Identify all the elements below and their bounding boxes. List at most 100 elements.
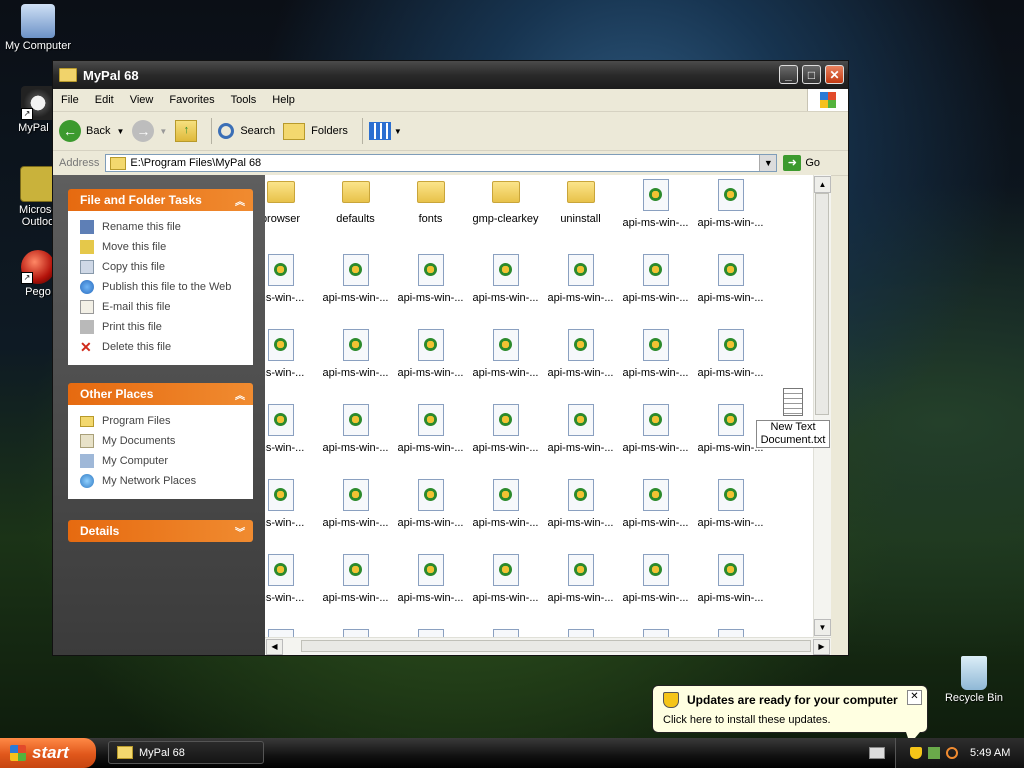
file-item[interactable]: api-ms-win-... xyxy=(318,400,393,475)
file-item[interactable]: api-ms-win-... xyxy=(318,250,393,325)
file-name: api-ms-win-... xyxy=(397,367,464,379)
task-move[interactable]: Move this file xyxy=(80,237,253,257)
file-item[interactable]: api-ms-win-... xyxy=(693,175,768,250)
file-item[interactable]: api-ms-win-... xyxy=(543,550,618,625)
folder-item[interactable]: uninstall xyxy=(543,175,618,250)
search-icon[interactable] xyxy=(946,747,958,759)
file-item[interactable]: api-ms-win-... xyxy=(543,250,618,325)
folder-item[interactable]: gmp-clearkey xyxy=(468,175,543,250)
keyboard-icon[interactable] xyxy=(869,747,885,759)
file-item[interactable]: api-ms-win-... xyxy=(393,550,468,625)
forward-dropdown-icon[interactable]: ▼ xyxy=(159,127,167,136)
task-print[interactable]: Print this file xyxy=(80,317,253,337)
maximize-button[interactable]: □ xyxy=(802,65,821,84)
file-item[interactable]: api-ms-win-... xyxy=(693,550,768,625)
file-item[interactable]: api-ms-win-... xyxy=(468,400,543,475)
clock[interactable]: 5:49 AM xyxy=(970,747,1010,759)
task-rename[interactable]: Rename this file xyxy=(80,217,253,237)
file-item[interactable]: api-ms-win-... xyxy=(543,400,618,475)
file-item[interactable]: api-ms-win-... xyxy=(693,250,768,325)
file-item[interactable]: ms-win-... xyxy=(265,400,318,475)
file-item[interactable]: api-ms-win-... xyxy=(393,400,468,475)
place-my-computer[interactable]: My Computer xyxy=(80,451,253,471)
title-bar[interactable]: MyPal 68 _ □ ✕ xyxy=(53,61,848,89)
expand-icon[interactable]: ︾ xyxy=(235,524,245,539)
file-item[interactable]: api-ms-win-... xyxy=(618,400,693,475)
scroll-left-icon[interactable]: ◀ xyxy=(266,639,283,655)
file-folder-tasks-header[interactable]: File and Folder Tasks ︽ xyxy=(68,189,253,211)
file-item[interactable]: api-ms-win-... xyxy=(618,250,693,325)
file-item[interactable]: api-ms-win-... xyxy=(468,250,543,325)
collapse-icon[interactable]: ︽ xyxy=(235,387,245,402)
file-item[interactable]: api-ms-win-... xyxy=(468,475,543,550)
forward-button[interactable]: → ▼ xyxy=(132,120,167,142)
dragged-text-file[interactable]: New Text Document.txt xyxy=(756,388,830,448)
file-item[interactable]: api-ms-win-... xyxy=(393,250,468,325)
taskbar-button-mypal[interactable]: MyPal 68 xyxy=(108,741,264,764)
details-header[interactable]: Details ︾ xyxy=(68,520,253,542)
file-item[interactable]: ms-win-... xyxy=(265,325,318,400)
up-folder-button[interactable]: ↑ xyxy=(175,120,198,142)
back-button[interactable]: ← Back ▼ xyxy=(59,120,124,142)
file-item[interactable]: api-ms-win-... xyxy=(468,325,543,400)
scroll-thumb[interactable] xyxy=(301,640,811,652)
file-item[interactable]: api-ms-win-... xyxy=(618,175,693,250)
menu-help[interactable]: Help xyxy=(264,94,303,106)
file-item[interactable]: ms-win-... xyxy=(265,475,318,550)
collapse-icon[interactable]: ︽ xyxy=(235,193,245,208)
menu-edit[interactable]: Edit xyxy=(87,94,122,106)
scroll-right-icon[interactable]: ▶ xyxy=(813,639,830,655)
file-item[interactable]: api-ms-win-... xyxy=(618,325,693,400)
file-item[interactable]: api-ms-win-... xyxy=(393,475,468,550)
file-item[interactable]: ms-win-... xyxy=(265,550,318,625)
address-input[interactable]: E:\Program Files\MyPal 68 ▼ xyxy=(105,154,778,172)
task-delete[interactable]: ✕ Delete this file xyxy=(80,337,253,357)
folder-icon xyxy=(491,181,520,203)
other-places-header[interactable]: Other Places ︽ xyxy=(68,383,253,405)
task-email[interactable]: E-mail this file xyxy=(80,297,253,317)
search-button[interactable]: Search xyxy=(218,123,275,139)
go-button[interactable]: ➜ Go xyxy=(783,155,820,171)
folder-item[interactable]: defaults xyxy=(318,175,393,250)
folders-button[interactable]: Folders xyxy=(283,122,348,140)
folder-item[interactable]: fonts xyxy=(393,175,468,250)
start-button[interactable]: start xyxy=(0,738,96,768)
security-shield-icon[interactable] xyxy=(910,747,922,759)
file-list-view[interactable]: browser defaults fonts gmp-clearkey uninstal… xyxy=(265,175,831,655)
menu-file[interactable]: File xyxy=(53,94,87,106)
desktop-icon-my-computer[interactable]: My Computer xyxy=(0,4,76,52)
file-item[interactable]: api-ms-win-... xyxy=(468,550,543,625)
file-item[interactable]: api-ms-win-... xyxy=(318,475,393,550)
file-item[interactable]: api-ms-win-... xyxy=(318,550,393,625)
back-dropdown-icon[interactable]: ▼ xyxy=(116,127,124,136)
network-icon[interactable] xyxy=(928,747,940,759)
update-notification-balloon[interactable]: Updates are ready for your computer Clic… xyxy=(652,685,928,733)
place-my-documents[interactable]: My Documents xyxy=(80,431,253,451)
scroll-down-icon[interactable]: ▼ xyxy=(814,619,831,636)
file-item[interactable]: api-ms-win-... xyxy=(693,475,768,550)
task-publish[interactable]: Publish this file to the Web xyxy=(80,277,253,297)
file-item[interactable]: api-ms-win-... xyxy=(318,325,393,400)
place-my-network-places[interactable]: My Network Places xyxy=(80,471,253,491)
file-item[interactable]: api-ms-win-... xyxy=(543,475,618,550)
close-button[interactable]: ✕ xyxy=(825,65,844,84)
menu-view[interactable]: View xyxy=(122,94,162,106)
place-program-files[interactable]: Program Files xyxy=(80,411,253,431)
horizontal-scrollbar[interactable]: ◀ ▶ xyxy=(265,637,831,655)
file-item[interactable]: ms-win-... xyxy=(265,250,318,325)
scroll-up-icon[interactable]: ▲ xyxy=(814,176,831,193)
file-item[interactable]: api-ms-win-... xyxy=(543,325,618,400)
menu-favorites[interactable]: Favorites xyxy=(161,94,222,106)
file-item[interactable]: api-ms-win-... xyxy=(618,475,693,550)
scroll-thumb[interactable] xyxy=(815,193,829,415)
desktop-icon-recycle-bin[interactable]: Recycle Bin xyxy=(936,656,1012,704)
menu-tools[interactable]: Tools xyxy=(223,94,265,106)
file-item[interactable]: api-ms-win-... xyxy=(618,550,693,625)
balloon-close-icon[interactable]: ✕ xyxy=(907,690,922,705)
folder-item[interactable]: browser xyxy=(265,175,318,250)
minimize-button[interactable]: _ xyxy=(779,65,798,84)
file-item[interactable]: api-ms-win-... xyxy=(393,325,468,400)
address-dropdown-icon[interactable]: ▼ xyxy=(759,155,777,171)
views-button[interactable]: ▼ xyxy=(368,122,402,140)
task-copy[interactable]: Copy this file xyxy=(80,257,253,277)
